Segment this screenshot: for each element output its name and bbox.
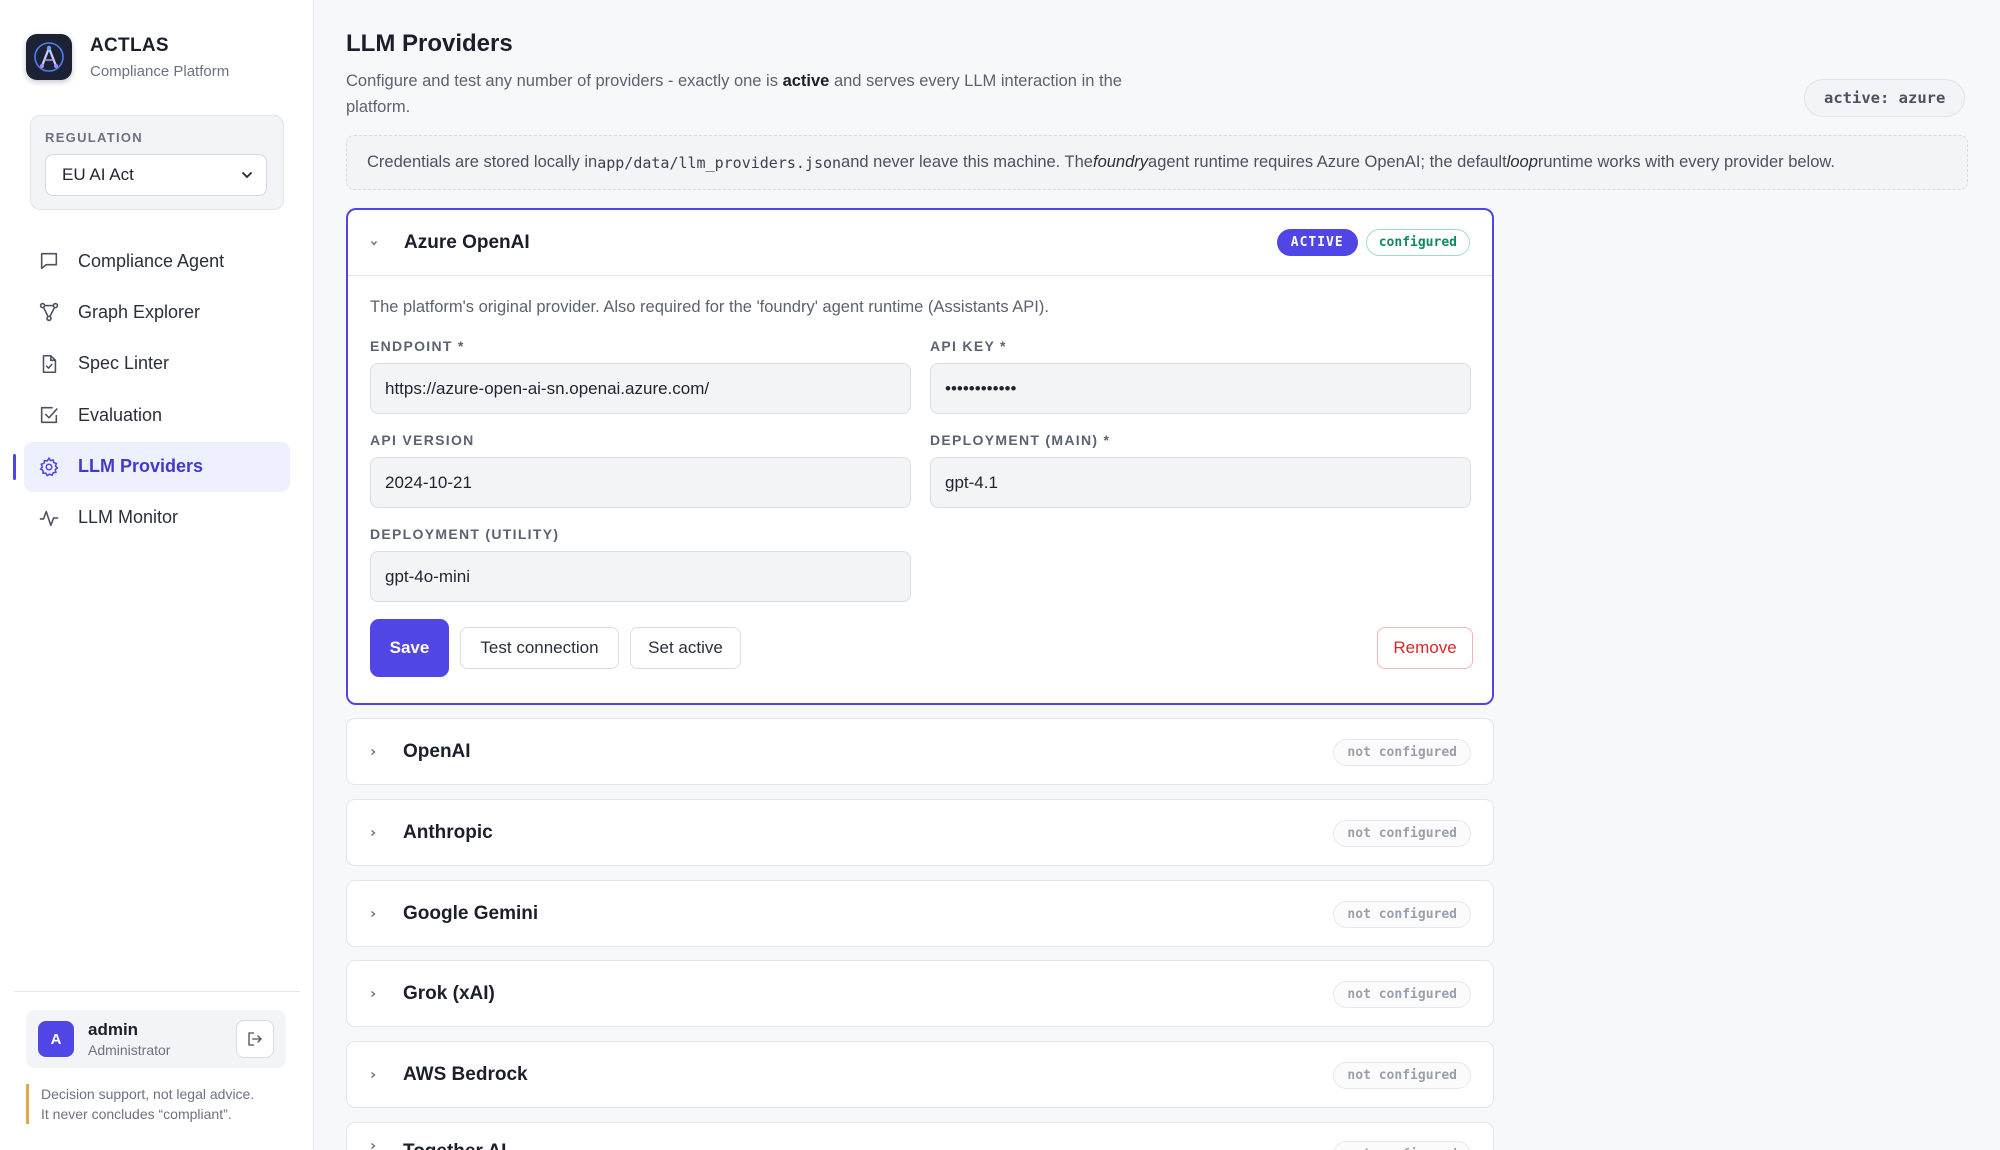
page-description: Configure and test any number of provide… [346,72,1122,116]
sidebar-item-spec-linter[interactable]: Spec Linter [24,339,290,389]
api-version-label: API VERSION [370,432,475,448]
status-badge: not configured [1333,1141,1471,1150]
sidebar: ACTLAS Compliance Platform REGULATION EU… [0,0,314,1150]
chevron-right-icon [369,747,379,757]
provider-card-aws-bedrock[interactable]: AWS Bedrock not configured [346,1041,1494,1108]
sidebar-item-label: Compliance Agent [78,250,225,271]
endpoint-label: ENDPOINT * [370,338,465,354]
sidebar-item-llm-providers[interactable]: LLM Providers [13,441,290,492]
sidebar-nav: Compliance Agent Graph Explorer Spec Lin… [13,236,290,544]
api-version-field[interactable] [370,457,911,508]
chevron-down-icon [370,238,380,248]
provider-title: AWS Bedrock [403,1064,528,1085]
provider-card-together-ai[interactable]: Together AI not configured [346,1122,1494,1150]
regulation-select[interactable]: EU AI Act [45,154,267,196]
disclaimer-line-1: Decision support, not legal advice. [41,1086,255,1102]
provider-form-azure-openai: The platform's original provider. Also r… [348,276,1492,708]
chevron-right-icon [369,1141,379,1150]
sidebar-item-label: LLM Monitor [78,507,179,528]
pulse-icon [39,510,59,527]
deployment-utility-label: DEPLOYMENT (UTILITY) [370,526,560,542]
provider-title: Grok (xAI) [403,983,495,1004]
avatar: A [38,1021,74,1057]
chevron-right-icon [369,909,379,919]
provider-card-google-gemini[interactable]: Google Gemini not configured [346,880,1494,947]
status-badge: configured [1365,229,1470,256]
provider-title: OpenAI [403,741,471,762]
api-key-label: API KEY * [930,338,1007,354]
chevron-right-icon [369,828,379,838]
brand-name: ACTLAS [90,34,169,56]
endpoint-field[interactable] [370,363,911,414]
logout-icon [248,1032,262,1046]
deployment-utility-field[interactable] [370,551,911,602]
remove-button[interactable]: Remove [1377,627,1473,669]
provider-title: Together AI [403,1141,1333,1150]
disclaimer: Decision support, not legal advice. It n… [26,1084,288,1124]
page-title: LLM Providers [346,30,513,57]
file-check-icon [42,354,57,373]
sidebar-item-compliance-agent[interactable]: Compliance Agent [24,236,290,286]
sidebar-item-label: LLM Providers [78,456,204,477]
provider-card-openai[interactable]: OpenAI not configured [346,718,1494,785]
test-connection-button[interactable]: Test connection [460,627,619,669]
sidebar-item-llm-monitor[interactable]: LLM Monitor [24,493,290,543]
save-button[interactable]: Save [370,619,449,677]
chat-icon [40,252,58,270]
set-active-button[interactable]: Set active [630,627,741,669]
active-badge: ACTIVE [1276,229,1358,256]
brand: ACTLAS Compliance Platform [26,34,229,80]
provider-title: Google Gemini [403,903,539,924]
provider-card-anthropic[interactable]: Anthropic not configured [346,799,1494,866]
provider-header-azure-openai[interactable]: Azure OpenAI ACTIVE configured [348,210,1492,276]
provider-title: Azure OpenAI [404,231,530,253]
chevron-down-icon [242,172,252,179]
user-role: Administrator [88,1042,171,1058]
provider-card-grok[interactable]: Grok (xAI) not configured [346,960,1494,1027]
sidebar-item-graph-explorer[interactable]: Graph Explorer [24,287,290,337]
logout-button[interactable] [236,1020,274,1058]
chevron-right-icon [369,1070,379,1080]
sidebar-item-label: Spec Linter [78,353,170,374]
regulation-label: REGULATION [45,130,143,145]
status-badge: not configured [1333,819,1471,847]
status-badge: not configured [1333,900,1471,928]
active-provider-pill: active: azure [1804,79,1966,117]
regulation-selected-value: EU AI Act [62,165,134,184]
checkbox-icon [40,407,58,424]
credentials-note: Credentials are stored locally in app/da… [346,135,1968,190]
user-card: A admin Administrator [26,1010,286,1068]
sidebar-item-evaluation[interactable]: Evaluation [24,390,290,440]
provider-title: Anthropic [403,822,493,843]
status-badge: not configured [1333,1061,1471,1089]
brand-subtitle: Compliance Platform [90,62,230,80]
status-badge: not configured [1333,738,1471,766]
user-name: admin [88,1020,139,1039]
graph-icon [39,303,59,322]
status-badge: not configured [1333,980,1471,1008]
actlas-logo-icon [26,34,72,80]
disclaimer-line-2: It never concludes “compliant”. [41,1106,232,1122]
deployment-main-label: DEPLOYMENT (MAIN) * [930,432,1111,448]
chevron-right-icon [369,989,379,999]
sidebar-item-label: Graph Explorer [78,301,201,322]
sidebar-divider [14,991,300,992]
gear-icon [39,456,59,477]
deployment-main-field[interactable] [930,457,1471,508]
api-key-field[interactable] [930,363,1471,414]
provider-description: The platform's original provider. Also r… [370,298,1049,316]
sidebar-item-label: Evaluation [78,404,163,425]
regulation-panel: REGULATION EU AI Act [30,115,284,210]
provider-card-azure-openai: Azure OpenAI ACTIVE configured The platf… [346,208,1494,705]
